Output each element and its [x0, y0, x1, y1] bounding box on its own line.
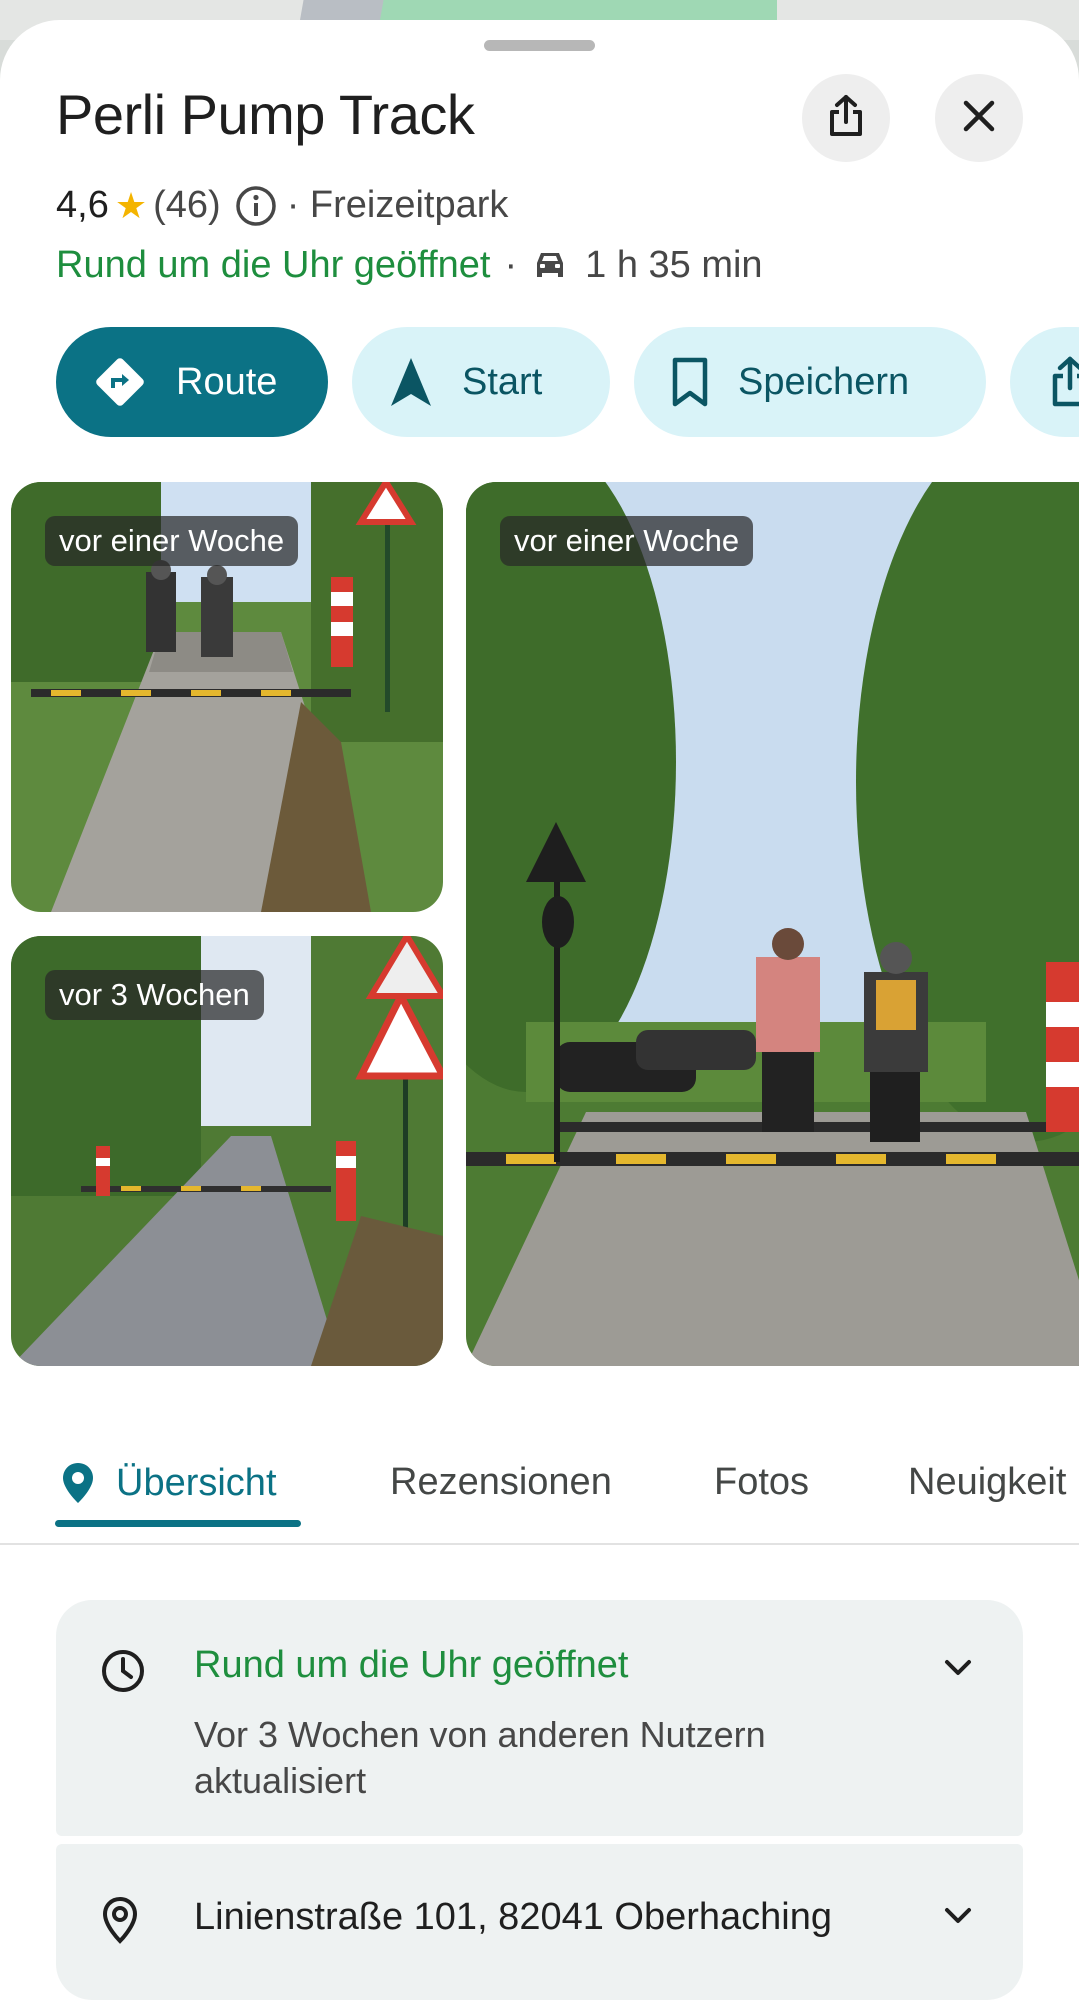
place-category: · Freizeitpark	[286, 184, 509, 226]
location-pin-icon	[100, 1896, 140, 1944]
location-pin-icon	[60, 1461, 96, 1505]
separator-dot: ·	[504, 244, 518, 286]
rating-value: 4,6	[56, 184, 109, 226]
save-button[interactable]: Speichern	[634, 327, 986, 437]
route-button[interactable]: Route	[56, 327, 328, 437]
save-label: Speichern	[738, 360, 910, 403]
address-text: Linienstraße 101, 82041 Oberhaching	[194, 1896, 833, 1938]
tab-reviews-label: Rezensionen	[390, 1461, 612, 1503]
drag-handle[interactable]	[484, 40, 595, 51]
chevron-down-icon[interactable]	[943, 1658, 973, 1678]
tab-photos-label: Fotos	[714, 1461, 810, 1503]
clock-icon	[100, 1648, 146, 1694]
drive-time: 1 h 35 min	[585, 244, 763, 286]
photo-3[interactable]: vor einer Woche	[466, 482, 1079, 1366]
hours-status: Rund um die Uhr geöffnet	[194, 1644, 629, 1686]
active-tab-indicator	[55, 1520, 301, 1527]
photo-timestamp: vor 3 Wochen	[45, 970, 264, 1020]
share-action-button[interactable]	[1010, 327, 1079, 437]
place-sheet: Perli Pump Track 4,6 ★ (46) · Freizeitpa…	[0, 20, 1079, 2000]
chevron-down-icon[interactable]	[943, 1906, 973, 1926]
action-buttons: Route Start Speichern	[56, 327, 1079, 437]
opening-hours-card[interactable]: Rund um die Uhr geöffnet Vor 3 Wochen vo…	[56, 1600, 1023, 1836]
close-icon	[962, 99, 996, 138]
photo-timestamp: vor einer Woche	[45, 516, 299, 566]
tab-overview-label: Übersicht	[116, 1461, 277, 1504]
rating-row: 4,6 ★ (46) · Freizeitpark	[56, 184, 508, 227]
navigation-arrow-icon	[388, 356, 434, 408]
route-label: Route	[176, 360, 278, 403]
photo-timestamp: vor einer Woche	[500, 516, 754, 566]
start-label: Start	[462, 360, 543, 403]
star-icon: ★	[114, 184, 148, 226]
car-icon	[531, 249, 569, 283]
tab-news-label: Neuigkeit	[908, 1461, 1067, 1503]
start-button[interactable]: Start	[352, 327, 610, 437]
status-row: Rund um die Uhr geöffnet · 1 h 35 min	[56, 244, 763, 287]
bookmark-icon	[670, 356, 710, 408]
photo-gallery[interactable]: vor einer Woche vor 3 Wochen vor einer W…	[0, 482, 1079, 1366]
open-status: Rund um die Uhr geöffnet	[56, 244, 491, 286]
tab-overview[interactable]: Übersicht	[60, 1461, 277, 1505]
share-icon	[826, 94, 866, 143]
tab-bar: Übersicht Rezensionen Fotos Neuigkeit	[0, 1425, 1079, 1545]
info-icon[interactable]	[235, 185, 277, 227]
photo-1[interactable]: vor einer Woche	[11, 482, 443, 912]
place-title: Perli Pump Track	[56, 83, 475, 146]
address-card[interactable]: Linienstraße 101, 82041 Oberhaching	[56, 1844, 1023, 2000]
photo-2[interactable]: vor 3 Wochen	[11, 936, 443, 1366]
close-button[interactable]	[935, 74, 1023, 162]
tab-photos[interactable]: Fotos	[714, 1461, 809, 1504]
tab-reviews[interactable]: Rezensionen	[390, 1461, 612, 1504]
directions-icon	[92, 354, 148, 410]
share-button[interactable]	[802, 74, 890, 162]
tab-news[interactable]: Neuigkeit	[908, 1461, 1066, 1504]
share-icon	[1050, 356, 1079, 408]
reviews-count[interactable]: (46)	[153, 184, 221, 227]
hours-updated-note: Vor 3 Wochen von anderen Nutzern aktuali…	[194, 1714, 766, 1801]
